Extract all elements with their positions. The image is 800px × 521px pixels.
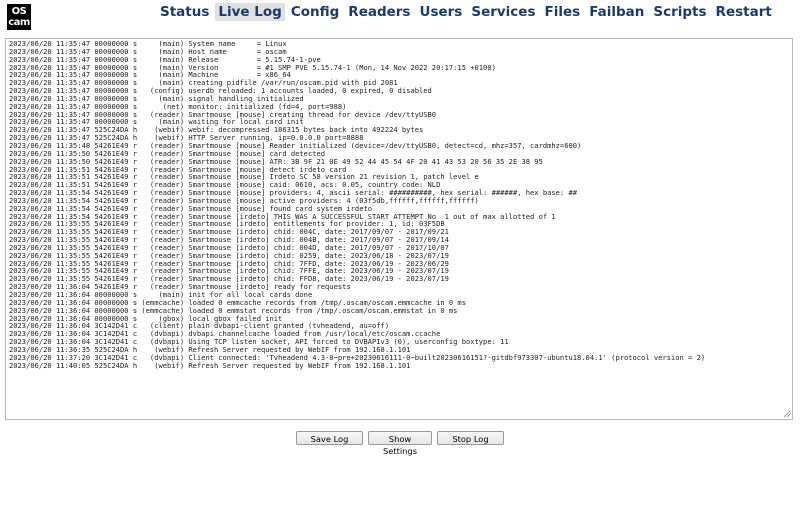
- nav-status[interactable]: Status: [157, 3, 212, 21]
- resize-grip-icon[interactable]: [783, 410, 791, 418]
- nav-users[interactable]: Users: [416, 3, 465, 21]
- log-line: 2023/06/20 11:40:05 525C24DA h (webif) R…: [9, 360, 411, 370]
- live-log-area[interactable]: 2023/06/20 11:35:47 00000000 s (main) Sy…: [5, 38, 793, 420]
- log-controls: Save Log Show Settings Stop Log: [0, 431, 800, 456]
- nav-config[interactable]: Config: [288, 3, 342, 21]
- nav-services[interactable]: Services: [468, 3, 538, 21]
- save-log-button[interactable]: Save Log: [296, 431, 363, 445]
- nav-live-log[interactable]: Live Log: [215, 3, 285, 21]
- log-content: 2023/06/20 11:35:47 00000000 s (main) Sy…: [6, 39, 792, 369]
- nav-scripts[interactable]: Scripts: [650, 3, 709, 21]
- stop-log-button[interactable]: Stop Log: [437, 431, 504, 445]
- nav-failban[interactable]: Failban: [586, 3, 647, 21]
- oscam-logo[interactable]: OS cam: [7, 4, 31, 30]
- show-settings-button[interactable]: Show Settings: [368, 431, 432, 456]
- logo-line-2: cam: [8, 17, 30, 28]
- nav-files[interactable]: Files: [542, 3, 584, 21]
- nav-readers[interactable]: Readers: [345, 3, 413, 21]
- nav-restart[interactable]: Restart: [713, 3, 775, 21]
- main-nav: Status Live Log Config Readers Users Ser…: [157, 3, 778, 21]
- logo-line-1: OS: [11, 6, 27, 17]
